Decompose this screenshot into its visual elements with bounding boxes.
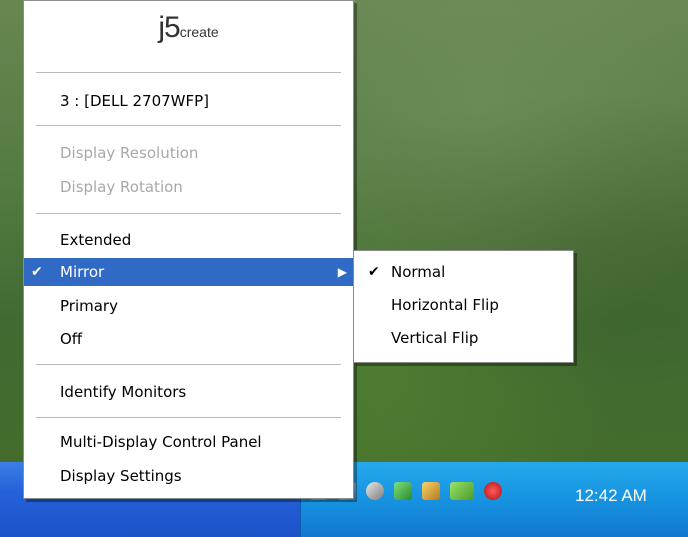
shield-icon[interactable] — [394, 482, 412, 500]
j5create-context-menu: j5create 3 : [DELL 2707WFP] Display Reso… — [23, 0, 354, 499]
separator — [36, 213, 341, 214]
mirror-submenu: ✔ Normal Horizontal Flip Vertical Flip — [353, 250, 574, 363]
menu-item-extended[interactable]: Extended — [24, 226, 353, 254]
monitor-label: 3 : [DELL 2707WFP] — [60, 92, 210, 110]
menu-item-display-rotation: Display Rotation — [60, 178, 183, 196]
menu-item-multi-display-control-panel[interactable]: Multi-Display Control Panel — [24, 428, 353, 456]
separator — [36, 364, 341, 365]
menu-item-display-settings[interactable]: Display Settings — [24, 462, 353, 490]
check-icon: ✔ — [31, 264, 43, 280]
menu-item-display-resolution: Display Resolution — [60, 144, 199, 162]
volume-icon[interactable] — [422, 482, 440, 500]
clock[interactable]: 12:42 AM — [575, 486, 647, 506]
separator — [36, 417, 341, 418]
menu-item-off[interactable]: Off — [24, 325, 353, 353]
security-alert-icon[interactable] — [484, 482, 502, 500]
submenu-item-horizontal-flip[interactable]: Horizontal Flip — [354, 290, 573, 320]
submenu-item-normal[interactable]: ✔ Normal — [354, 257, 573, 287]
satellite-icon[interactable] — [366, 482, 384, 500]
j5create-logo: j5create — [158, 11, 219, 44]
submenu-item-vertical-flip[interactable]: Vertical Flip — [354, 323, 573, 353]
menu-item-primary[interactable]: Primary — [24, 292, 353, 320]
nvidia-icon[interactable] — [450, 482, 474, 500]
menu-item-identify-monitors[interactable]: Identify Monitors — [24, 378, 353, 406]
separator — [36, 72, 341, 73]
check-icon: ✔ — [368, 264, 380, 280]
menu-item-mirror[interactable]: ✔ Mirror ▶ — [24, 258, 353, 286]
submenu-arrow-icon: ▶ — [337, 265, 347, 279]
separator — [36, 125, 341, 126]
